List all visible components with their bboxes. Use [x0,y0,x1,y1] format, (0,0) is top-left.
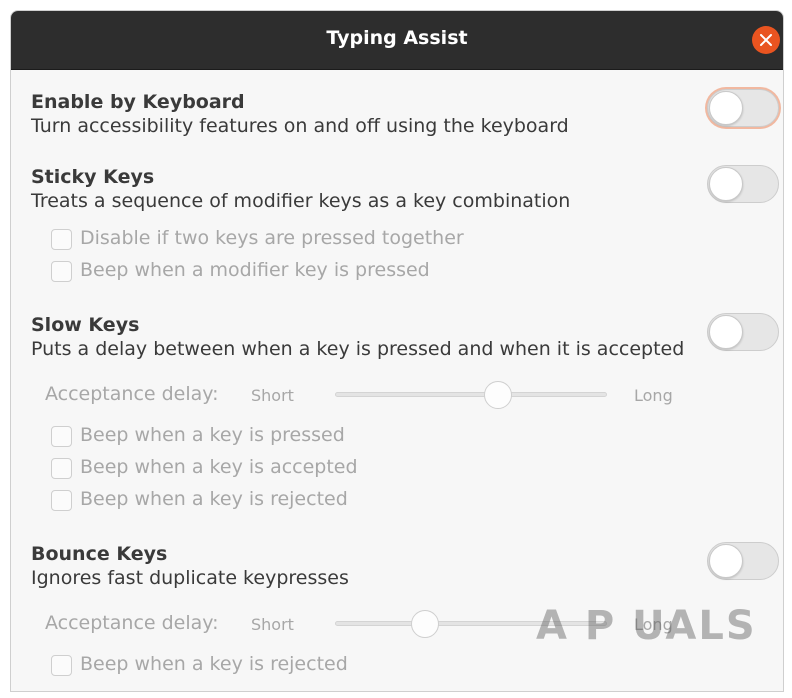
switch-knob [709,167,743,201]
sticky-keys-heading: Sticky Keys [31,166,155,188]
checkbox[interactable] [51,458,72,479]
sticky-keys-switch[interactable] [707,165,779,203]
checkbox-label: Beep when a key is rejected [80,488,348,510]
slow-keys-delay-short-label: Short [251,386,294,405]
slow-keys-delay-slider[interactable] [335,392,607,397]
checkbox-label: Disable if two keys are pressed together [80,227,464,249]
bounce-keys-delay-short-label: Short [251,615,294,634]
slow-keys-delay-label: Acceptance delay: [45,383,219,405]
checkbox[interactable] [51,490,72,511]
switch-knob [709,91,743,125]
bounce-keys-description: Ignores fast duplicate keypresses [31,567,349,589]
watermark-logo: A P UALS [536,603,757,649]
bounce-keys-switch[interactable] [707,542,779,580]
switch-knob [709,315,743,349]
checkbox[interactable] [51,229,72,250]
enable-by-keyboard-description: Turn accessibility features on and off u… [31,115,569,137]
typing-assist-dialog: Typing Assist Enable by Keyboard Turn ac… [10,10,784,692]
switch-knob [709,544,743,578]
checkbox-label: Beep when a key is rejected [80,653,348,675]
checkbox-label: Beep when a key is pressed [80,424,345,446]
slow-keys-delay-slider-handle[interactable] [484,381,513,409]
checkbox[interactable] [51,426,72,447]
enable-by-keyboard-heading: Enable by Keyboard [31,91,245,113]
bounce-keys-heading: Bounce Keys [31,543,168,565]
checkbox-label: Beep when a key is accepted [80,456,358,478]
dialog-title: Typing Assist [326,27,468,49]
slow-keys-delay-long-label: Long [634,386,673,405]
close-icon [760,34,772,46]
close-button[interactable] [752,26,780,54]
bounce-keys-delay-label: Acceptance delay: [45,612,219,634]
slow-keys-description: Puts a delay between when a key is press… [31,338,685,360]
sticky-keys-description: Treats a sequence of modifier keys as a … [31,190,571,212]
slow-keys-heading: Slow Keys [31,314,140,336]
titlebar: Typing Assist [11,11,783,70]
checkbox[interactable] [51,655,72,676]
checkbox[interactable] [51,261,72,282]
slow-keys-switch[interactable] [707,313,779,351]
enable-by-keyboard-switch[interactable] [707,89,779,127]
bounce-keys-delay-slider-handle[interactable] [410,610,439,638]
checkbox-label: Beep when a modifier key is pressed [80,259,430,281]
